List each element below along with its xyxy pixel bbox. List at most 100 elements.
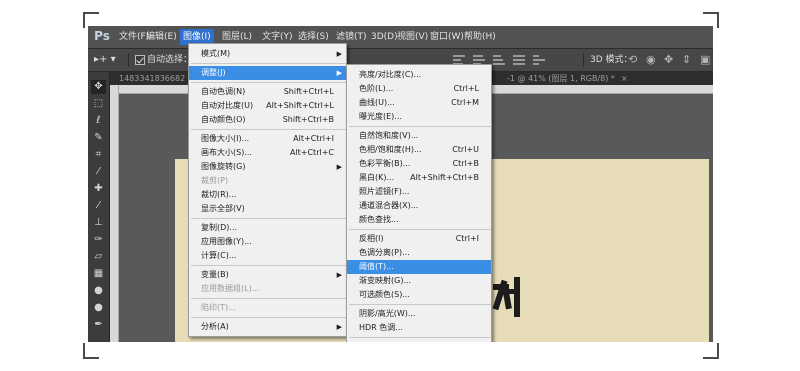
menu-item[interactable]: 变化... Shift+Ctrl+U (347, 340, 491, 342)
menu-item-label: 色调分离(P)... (359, 248, 410, 257)
menu-item[interactable]: 颜色查找... (347, 213, 491, 227)
gradient-icon[interactable]: ▦ (91, 267, 106, 281)
3d-mode-label: 3D 模式： (590, 55, 633, 65)
menu-item[interactable]: 图像大小(I)... Alt+Ctrl+I (189, 132, 346, 146)
3d-rotate-icon[interactable]: ⟲ (628, 52, 637, 68)
options-separator (128, 53, 129, 67)
menu-item[interactable]: 自动对比度(U) Alt+Shift+Ctrl+L (189, 99, 346, 113)
menu-item[interactable]: 分析(A) ▶ (189, 320, 346, 334)
blur-icon[interactable]: ● (91, 284, 106, 298)
photoshop-window: Ps 文件(F) 编辑(E) 图像(I) 图层(L) 文字(Y) 选择(S) 滤镜(T) 3D… (88, 26, 713, 342)
clone-stamp-icon[interactable]: ⊥ (91, 216, 106, 230)
menu-item-label: 色相/饱和度(H)... (359, 145, 422, 154)
menu-item[interactable]: 反相(I) Ctrl+I (347, 232, 491, 246)
submenu-arrow-icon: ▶ (336, 50, 342, 58)
pen-icon[interactable]: ✒ (91, 318, 106, 332)
menu-item[interactable]: 曝光度(E)... (347, 110, 491, 124)
lasso-icon[interactable]: ℓ (91, 114, 106, 128)
menu-item-label: 色彩平衡(B)... (359, 159, 411, 168)
distribute-icon[interactable] (513, 55, 525, 65)
menu-item[interactable]: 自动颜色(O) Shift+Ctrl+B (189, 113, 346, 127)
menu-help[interactable]: 帮助(H) (461, 29, 499, 45)
menu-separator (349, 126, 491, 127)
menu-item[interactable]: 色相/饱和度(H)... Ctrl+U (347, 143, 491, 157)
menu-separator (191, 129, 346, 130)
eyedropper-icon[interactable]: ⁄ (91, 165, 106, 179)
document-tab-active[interactable]: -1 @ 41% (图层 1, RGB/8) * (507, 72, 615, 85)
menu-item-label: HDR 色调... (359, 323, 403, 332)
menu-item-label: 曝光度(E)... (359, 112, 402, 121)
menu-item[interactable]: 图像旋转(G) ▶ (189, 160, 346, 174)
3d-slide-icon[interactable]: ⇕ (682, 52, 691, 68)
menu-item[interactable]: 亮度/对比度(C)... (347, 68, 491, 82)
menu-item[interactable]: 调整(J) ▶ (189, 66, 346, 80)
3d-pan-icon[interactable]: ✥ (664, 52, 673, 68)
menu-item-label: 渐变映射(G)... (359, 276, 412, 285)
crop-icon[interactable]: ⌗ (91, 148, 106, 162)
menu-item-label: 裁切(R)... (201, 190, 237, 199)
menu-item[interactable]: 计算(C)... (189, 249, 346, 263)
tab-close-icon[interactable]: × (621, 72, 628, 85)
menu-separator (191, 298, 346, 299)
menu-item[interactable]: 自动色调(N) Shift+Ctrl+L (189, 85, 346, 99)
auto-select-checkbox[interactable] (135, 55, 145, 65)
submenu-arrow-icon: ▶ (336, 323, 342, 331)
menu-separator (191, 63, 346, 64)
menu-item-label: 自动颜色(O) (201, 115, 246, 124)
menu-separator (191, 317, 346, 318)
menu-view[interactable]: 视图(V) (394, 29, 431, 45)
menu-item: 应用数据组(L)... (189, 282, 346, 296)
menu-item[interactable]: 变量(B) ▶ (189, 268, 346, 282)
menu-item[interactable]: 色调分离(P)... (347, 246, 491, 260)
menu-item-shortcut: Alt+Shift+Ctrl+L (266, 101, 334, 110)
menu-item-label: 黑白(K)... (359, 173, 395, 182)
document-tab[interactable]: 1483341836682 (119, 72, 185, 85)
menu-separator (191, 82, 346, 83)
marquee-icon[interactable]: ⬚ (91, 97, 106, 111)
align-bottom-icon[interactable] (493, 55, 505, 65)
menu-item[interactable]: 阴影/高光(W)... (347, 307, 491, 321)
eraser-icon[interactable]: ▱ (91, 250, 106, 264)
menu-item[interactable]: 显示全部(V) (189, 202, 346, 216)
menu-item[interactable]: 复制(D)... (189, 221, 346, 235)
menu-item[interactable]: HDR 色调... (347, 321, 491, 335)
brush-icon[interactable]: ⁄ (91, 199, 106, 213)
dodge-icon[interactable]: ● (91, 301, 106, 315)
menu-item-shortcut: Ctrl+U (452, 145, 479, 154)
menu-item-shortcut: Shift+Ctrl+L (283, 87, 334, 96)
menu-item[interactable]: 黑白(K)... Alt+Shift+Ctrl+B (347, 171, 491, 185)
submenu-arrow-icon: ▶ (336, 69, 342, 77)
menu-item[interactable]: 通道混合器(X)... (347, 199, 491, 213)
history-brush-icon[interactable]: ✑ (91, 233, 106, 247)
menu-item[interactable]: 应用图像(Y)... (189, 235, 346, 249)
menu-item[interactable]: 画布大小(S)... Alt+Ctrl+C (189, 146, 346, 160)
menu-item[interactable]: 裁切(R)... (189, 188, 346, 202)
healing-brush-icon[interactable]: ✚ (91, 182, 106, 196)
menu-item-label: 自动对比度(U) (201, 101, 254, 110)
menu-item-label: 图像旋转(G) (201, 162, 246, 171)
quick-select-icon[interactable]: ✎ (91, 131, 106, 145)
ruler-vertical (110, 85, 119, 342)
3d-roll-icon[interactable]: ◉ (646, 52, 656, 68)
menu-item-label: 复制(D)... (201, 223, 238, 232)
submenu-arrow-icon: ▶ (336, 271, 342, 279)
3d-scale-icon[interactable]: ▣ (700, 52, 710, 68)
menu-item[interactable]: 色彩平衡(B)... Ctrl+B (347, 157, 491, 171)
menu-item-label: 自然饱和度(V)... (359, 131, 419, 140)
menu-item-label: 曲线(U)... (359, 98, 395, 107)
menu-item[interactable]: 照片滤镜(F)... (347, 185, 491, 199)
menu-item[interactable]: 模式(M) ▶ (189, 47, 346, 61)
menu-item-label: 自动色调(N) (201, 87, 246, 96)
distribute-center-icon[interactable] (533, 55, 545, 65)
menu-edit[interactable]: 编辑(E) (143, 29, 180, 45)
move-tool-icon[interactable]: ▸+ ▾ (94, 52, 116, 68)
menu-item-label: 应用数据组(L)... (201, 284, 260, 293)
menu-item[interactable]: 渐变映射(G)... (347, 274, 491, 288)
menu-item-shortcut: Ctrl+M (451, 98, 479, 107)
menu-item[interactable]: 自然饱和度(V)... (347, 129, 491, 143)
menu-item[interactable]: 阈值(T)... (347, 260, 491, 274)
menu-item[interactable]: 色阶(L)... Ctrl+L (347, 82, 491, 96)
move-icon[interactable]: ✥ (91, 80, 106, 94)
menu-item[interactable]: 曲线(U)... Ctrl+M (347, 96, 491, 110)
menu-item[interactable]: 可选颜色(S)... (347, 288, 491, 302)
